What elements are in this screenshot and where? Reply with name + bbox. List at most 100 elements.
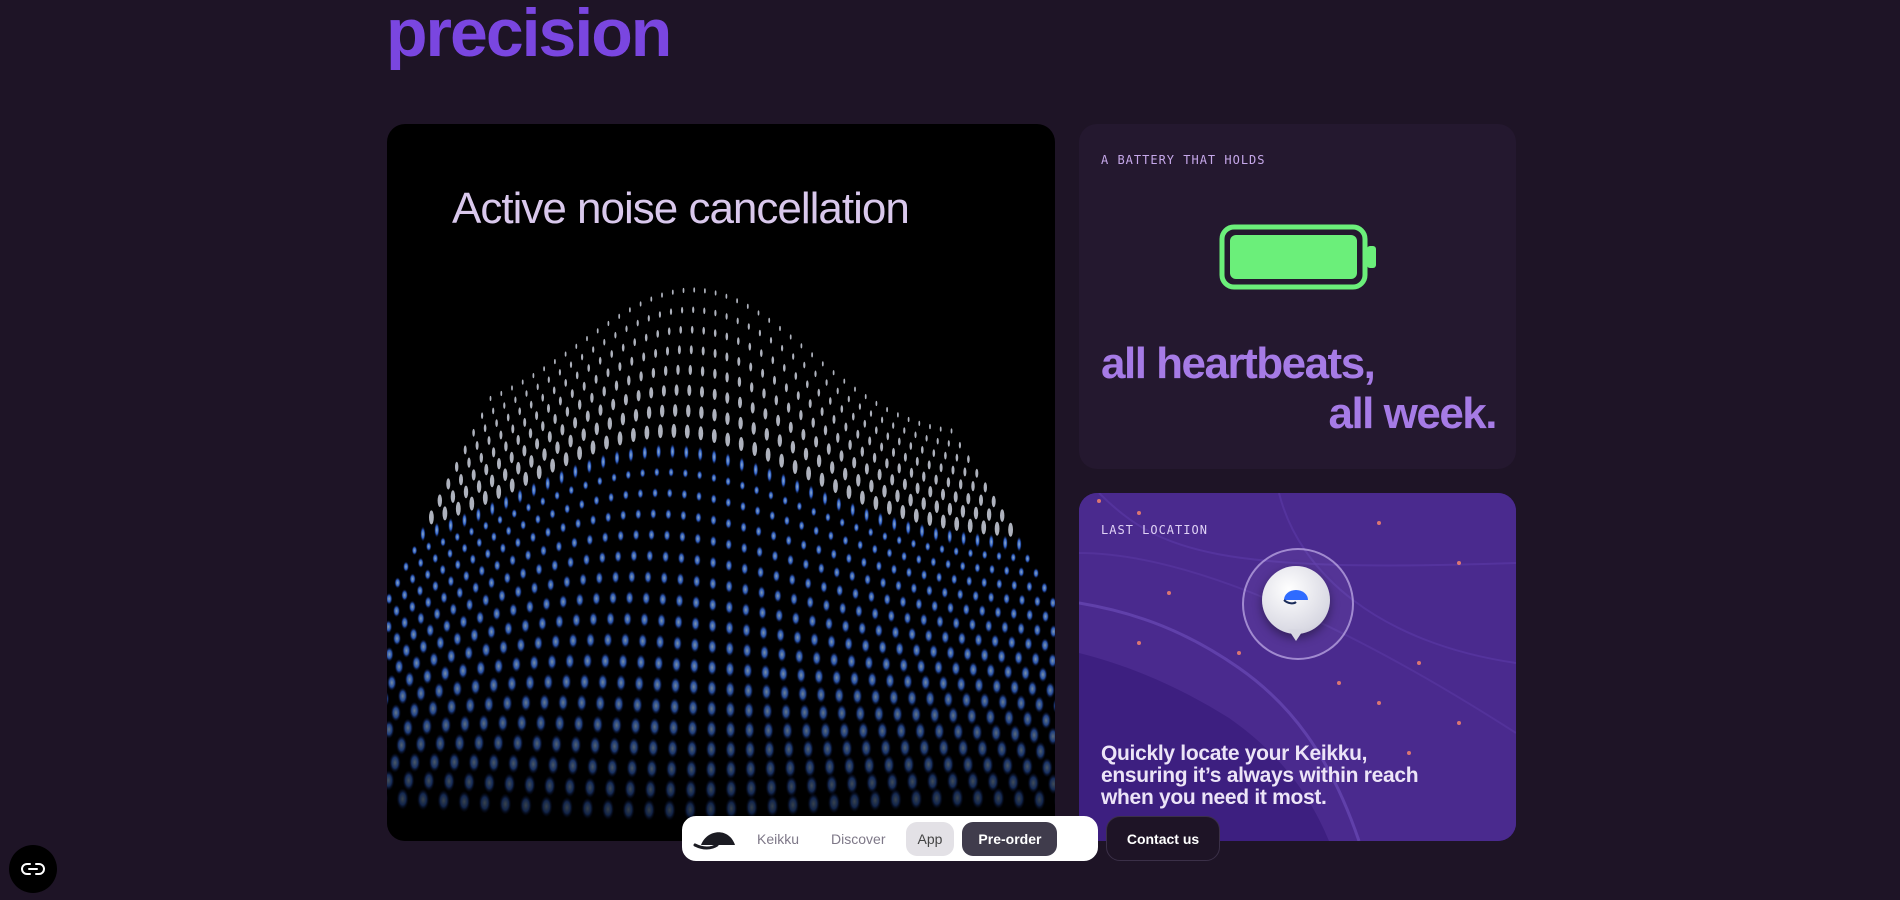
bottom-navbar: Keikku Discover App Pre-order [682, 816, 1098, 861]
wave-dot [492, 407, 495, 415]
wave-dot [419, 639, 428, 655]
wave-dot [618, 653, 628, 670]
wave-dot [903, 427, 906, 434]
wave-dot [905, 520, 911, 536]
wave-dot [586, 336, 588, 342]
wave-dot [461, 512, 468, 528]
wave-dot [516, 637, 526, 653]
wave-dot [761, 368, 765, 378]
wave-dot [640, 612, 649, 627]
wave-dot [535, 563, 543, 576]
wave-dot [555, 614, 564, 629]
wave-dot [514, 537, 522, 549]
wave-dot [456, 586, 464, 599]
wave-dot [890, 474, 895, 486]
wave-dot [740, 501, 746, 512]
wave-dot [829, 652, 839, 668]
wave-dot [409, 627, 418, 642]
wave-dot [487, 624, 496, 640]
wave-dot [483, 521, 489, 531]
wave-dot [589, 514, 597, 526]
wave-dot [897, 463, 901, 474]
wave-dot [738, 437, 744, 451]
wave-dot [725, 432, 731, 447]
wave-dot [575, 343, 578, 349]
nav-discover[interactable]: Discover [819, 822, 897, 856]
wave-dot [439, 564, 446, 576]
wave-dot [848, 570, 856, 582]
wave-dot [586, 533, 594, 546]
wave-dot [877, 468, 882, 481]
wave-dot [540, 544, 547, 557]
wave-dot [817, 562, 825, 575]
wave-dot [704, 288, 706, 294]
wave-dot [509, 554, 516, 567]
wave-dot [582, 480, 589, 491]
wave-dot [575, 592, 584, 607]
wave-dot [534, 514, 541, 525]
nav-keikku[interactable]: Keikku [745, 822, 811, 856]
wave-dot [981, 520, 987, 535]
wave-dot [660, 571, 668, 585]
location-pin-icon[interactable] [1262, 566, 1330, 634]
wave-dot [632, 529, 640, 541]
nav-app[interactable]: App [905, 821, 955, 856]
wave-dot [788, 573, 796, 586]
wave-dot [565, 653, 575, 670]
wave-dot [934, 659, 943, 676]
wave-dot [679, 530, 686, 543]
wave-dot [503, 571, 511, 585]
contact-button[interactable]: Contact us [1106, 816, 1220, 861]
location-label: LAST LOCATION [1101, 523, 1208, 537]
wave-dot [564, 503, 571, 515]
keikku-logo-icon[interactable] [685, 819, 745, 859]
page-headline: precision [386, 0, 672, 71]
wave-dot [858, 621, 867, 636]
wave-dot [694, 532, 702, 545]
wave-dot [737, 376, 742, 387]
wave-dot [901, 551, 908, 562]
wave-dot [525, 502, 532, 513]
wave-dot [774, 395, 778, 406]
wave-dot [908, 493, 913, 507]
wave-dot [503, 468, 508, 482]
wave-dot [946, 601, 955, 615]
wave-dot [455, 461, 459, 472]
wave-dot [836, 496, 842, 512]
wave-dot [713, 348, 717, 358]
wave-dot [432, 553, 439, 564]
wave-dot [929, 644, 938, 659]
wave-dot [940, 514, 946, 529]
wave-dot [860, 446, 864, 457]
wave-dot [709, 577, 717, 591]
wave-dot [592, 591, 601, 606]
wave-dot [654, 467, 660, 478]
wave-dot [489, 474, 495, 488]
wave-dot [823, 425, 828, 436]
wave-dot [758, 605, 767, 620]
wave-dot [757, 566, 765, 579]
wave-dot [776, 627, 785, 643]
wave-dot [598, 404, 603, 416]
wave-dot [493, 658, 504, 675]
wave-dot [518, 407, 521, 416]
wave-dot [1018, 566, 1025, 578]
wave-dot [725, 600, 734, 615]
wave-dot [665, 508, 672, 520]
wave-dot [498, 589, 506, 603]
wave-dot [543, 366, 545, 372]
wave-dot [701, 346, 705, 356]
wave-dot [511, 424, 515, 434]
wave-dot [869, 479, 874, 493]
preorder-button[interactable]: Pre-order [962, 821, 1058, 856]
wave-dot [402, 643, 411, 658]
wave-dot [839, 517, 845, 528]
wave-dot [656, 330, 659, 338]
wave-dot [688, 364, 692, 376]
corner-button[interactable] [9, 845, 57, 893]
wave-dot [471, 469, 476, 481]
wave-dot [1002, 535, 1008, 551]
wave-dot [810, 632, 819, 648]
wave-dot [915, 597, 923, 611]
wave-dot [939, 463, 943, 473]
